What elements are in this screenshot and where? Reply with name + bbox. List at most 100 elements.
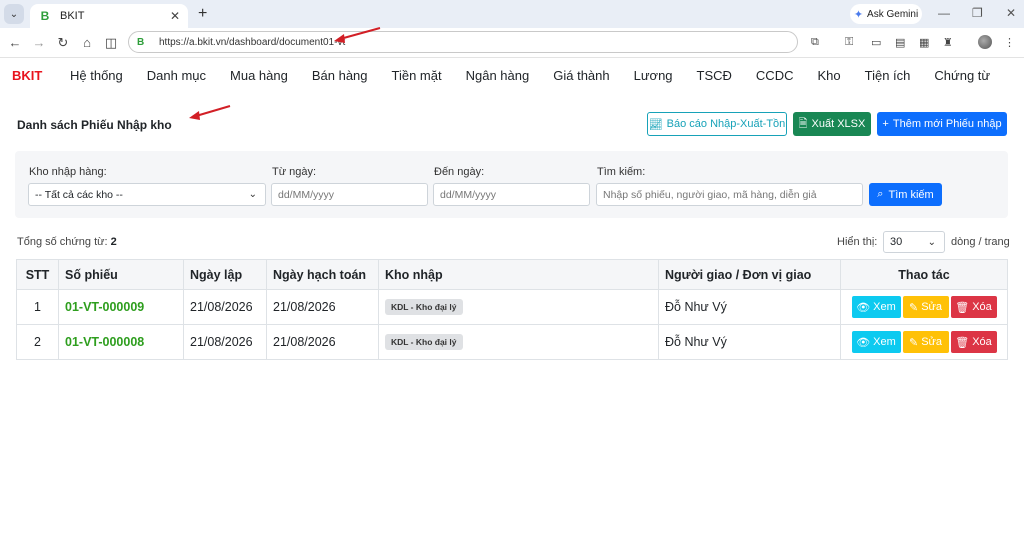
cell-warehouse: KDL - Kho đại lý	[378, 324, 659, 360]
page-header: Danh sách Phiếu Nhập kho 📈︎ Báo cáo Nhập…	[0, 110, 1024, 138]
menu-item-tscd[interactable]: TSCĐ	[697, 68, 732, 83]
perpage-select[interactable]: 30 ⌄	[883, 231, 945, 253]
cell-deliverer: Đỗ Như Vý	[658, 289, 841, 325]
app-navbar: BKIT Hệ thống Danh mục Mua hàng Bán hàng…	[0, 58, 1024, 94]
browser-tab[interactable]: B BKIT ✕	[30, 4, 188, 28]
to-date-input[interactable]: dd/MM/yyyy	[433, 183, 590, 206]
trash-icon: 🗑︎	[955, 301, 970, 314]
delete-label: Xóa	[972, 336, 992, 348]
chevron-down-icon: ⌄	[248, 189, 257, 200]
edit-label: Sửa	[921, 301, 943, 313]
minimize-icon[interactable]: —	[938, 6, 950, 20]
close-window-icon[interactable]: ✕	[1006, 6, 1016, 20]
cell-stt: 2	[16, 324, 59, 360]
menu-item-ngan-hang[interactable]: Ngân hàng	[466, 68, 530, 83]
column-header-actions: Thao tác	[840, 259, 1008, 290]
search-label: Tìm kiếm:	[597, 166, 646, 178]
more-menu-icon[interactable]: ⋮	[1004, 36, 1015, 49]
perpage-unit: dòng / trang	[951, 236, 1010, 248]
menu-item-danh-muc[interactable]: Danh mục	[147, 68, 206, 83]
pencil-icon: ✎	[908, 336, 919, 349]
view-button[interactable]: 👁︎ Xem	[851, 296, 901, 318]
password-key-icon[interactable]: ⚿	[845, 36, 853, 49]
edit-button[interactable]: ✎ Sửa	[902, 331, 949, 353]
doc-number-link[interactable]: 01-VT-000008	[58, 324, 184, 360]
cell-actions: 👁︎ Xem ✎ Sửa 🗑︎ Xóa	[840, 289, 1008, 325]
view-label: Xem	[873, 301, 896, 313]
reading-list-icon[interactable]: ▤	[895, 36, 905, 49]
search-input[interactable]: Nhập số phiếu, người giao, mã hàng, diễn…	[596, 183, 863, 206]
cell-created-date: 21/08/2026	[183, 324, 267, 360]
to-date-label: Đến ngày:	[434, 166, 485, 178]
export-xlsx-button[interactable]: 🗎 Xuất XLSX	[793, 112, 871, 136]
receipt-table: STT Số phiếu Ngày lập Ngày hạch toán Kho…	[16, 259, 1008, 360]
extensions-icon[interactable]: ⧉	[811, 36, 819, 49]
delete-button[interactable]: 🗑︎ Xóa	[950, 296, 997, 318]
menu-item-ccdc[interactable]: CCDC	[756, 68, 794, 83]
total-count: 2	[110, 236, 117, 248]
warehouse-badge: KDL - Kho đại lý	[385, 299, 463, 315]
chart-line-icon: 📈︎	[648, 118, 663, 131]
search-button[interactable]: ⌕ Tìm kiếm	[869, 183, 942, 206]
menu-item-kho[interactable]: Kho	[817, 68, 840, 83]
menu-item-he-thong[interactable]: Hệ thống	[70, 68, 123, 83]
brand-logo[interactable]: BKIT	[12, 68, 42, 83]
cell-actions: 👁︎ Xem ✎ Sửa 🗑︎ Xóa	[840, 324, 1008, 360]
delete-button[interactable]: 🗑︎ Xóa	[950, 331, 997, 353]
eye-icon: 👁︎	[856, 336, 871, 349]
home-icon[interactable]: ⌂	[79, 35, 95, 50]
address-bar[interactable]: B https://a.bkit.vn/dashboard/document01…	[128, 31, 798, 53]
menu-item-tien-ich[interactable]: Tiện ích	[865, 68, 911, 83]
cell-posted-date: 21/08/2026	[266, 289, 379, 325]
warehouse-badge: KDL - Kho đại lý	[385, 334, 463, 350]
perpage-value: 30	[890, 236, 903, 248]
site-favicon-icon: B	[40, 9, 50, 23]
reload-icon[interactable]: ↻	[55, 35, 71, 51]
back-icon[interactable]: ←	[7, 35, 23, 50]
menu-item-tien-mat[interactable]: Tiền mặt	[392, 68, 442, 83]
split-view-icon[interactable]: ◫	[103, 35, 119, 51]
url-text: https://a.bkit.vn/dashboard/document01-v…	[159, 36, 346, 48]
table-row: 2 01-VT-000008 21/08/2026 21/08/2026 KDL…	[16, 324, 1008, 360]
menu-item-chung-tu[interactable]: Chứng từ	[934, 68, 990, 83]
edit-button[interactable]: ✎ Sửa	[902, 296, 949, 318]
delete-label: Xóa	[972, 301, 992, 313]
cell-deliverer: Đỗ Như Vý	[658, 324, 841, 360]
cell-warehouse: KDL - Kho đại lý	[378, 289, 659, 325]
perpage-label: Hiển thị:	[837, 236, 878, 248]
tab-groups-icon[interactable]: ▦	[919, 36, 929, 49]
forward-icon[interactable]: →	[31, 35, 47, 50]
column-header-posted: Ngày hạch toán	[266, 259, 379, 290]
eye-icon: 👁︎	[856, 301, 871, 314]
card-icon[interactable]: ▭	[871, 36, 881, 49]
total-documents: Tổng số chứng từ: 2	[17, 236, 117, 248]
from-date-input[interactable]: dd/MM/yyyy	[271, 183, 428, 206]
profile-avatar[interactable]	[978, 35, 992, 49]
doc-number-link[interactable]: 01-VT-000009	[58, 289, 184, 325]
browser-tabstrip: ⌄ B BKIT ✕ + ✦ Ask Gemini — ❐ ✕	[0, 0, 1024, 28]
warehouse-select[interactable]: -- Tất cả các kho -- ⌄	[28, 183, 266, 206]
filter-panel: Kho nhập hàng: -- Tất cả các kho -- ⌄ Từ…	[15, 151, 1008, 218]
warehouse-filter-label: Kho nhập hàng:	[29, 166, 107, 178]
cell-stt: 1	[16, 289, 59, 325]
inventory-report-button[interactable]: 📈︎ Báo cáo Nhập-Xuất-Tồn	[647, 112, 787, 136]
add-receipt-button[interactable]: + Thêm mới Phiếu nhập	[877, 112, 1007, 136]
menu-item-gia-thanh[interactable]: Giá thành	[553, 68, 609, 83]
ask-gemini-button[interactable]: ✦ Ask Gemini	[850, 4, 922, 24]
view-button[interactable]: 👁︎ Xem	[851, 331, 901, 353]
tab-search-button[interactable]: ⌄	[4, 4, 24, 24]
restore-icon[interactable]: ❐	[972, 6, 983, 20]
tab-title: BKIT	[60, 10, 85, 22]
chevron-down-icon: ⌄	[927, 237, 936, 248]
menu-item-mua-hang[interactable]: Mua hàng	[230, 68, 288, 83]
site-info-icon[interactable]: B	[137, 37, 151, 48]
menu-item-luong[interactable]: Lương	[634, 68, 673, 83]
incognito-icon[interactable]: ♜	[943, 36, 953, 49]
tab-close-icon[interactable]: ✕	[170, 9, 180, 23]
menu-item-ban-hang[interactable]: Bán hàng	[312, 68, 368, 83]
add-receipt-label: Thêm mới Phiếu nhập	[892, 118, 1002, 130]
column-header-deliverer: Người giao / Đơn vị giao	[658, 259, 841, 290]
browser-toolbar: ← → ↻ ⌂ ◫ B https://a.bkit.vn/dashboard/…	[0, 28, 1024, 58]
new-tab-icon[interactable]: +	[198, 5, 207, 23]
annotation-arrow-icon	[189, 105, 231, 120]
